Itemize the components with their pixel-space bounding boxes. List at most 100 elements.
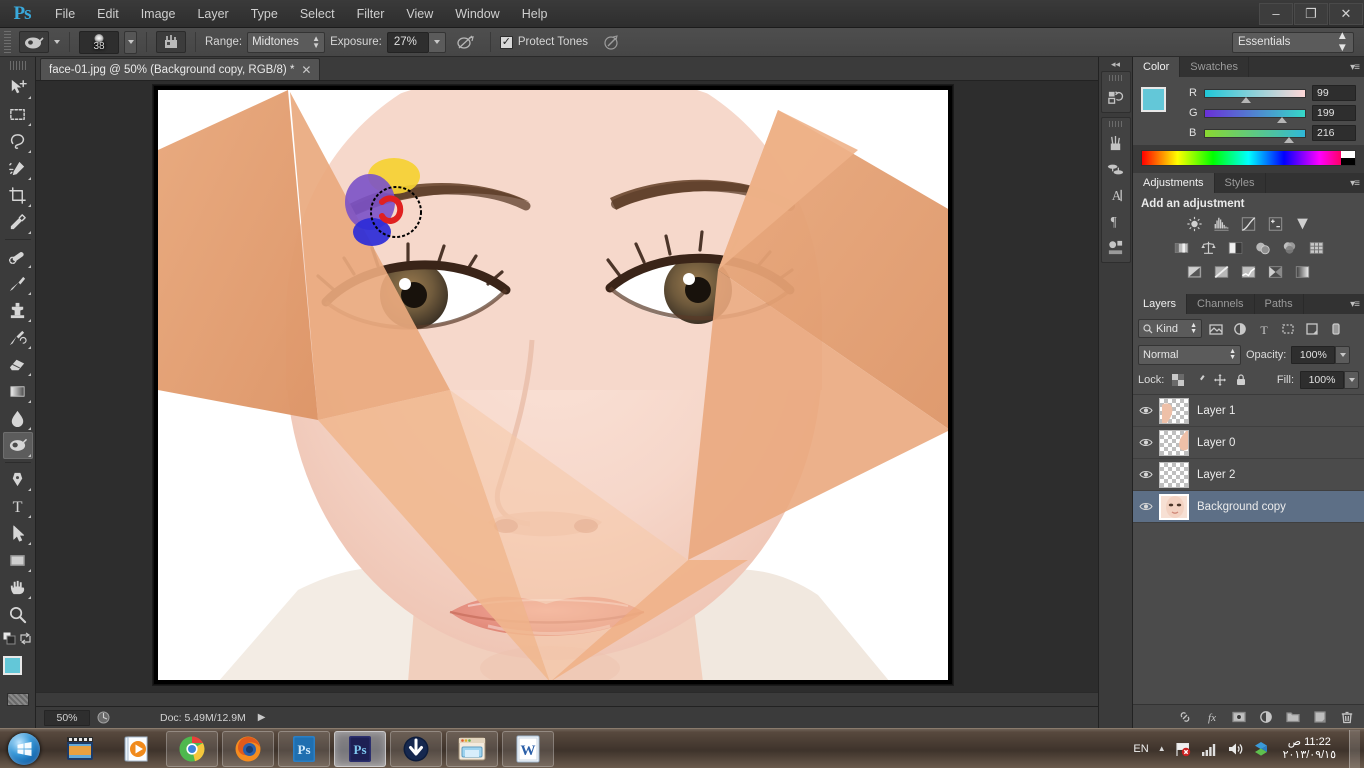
document-image[interactable] [158, 90, 948, 680]
menu-select[interactable]: Select [289, 3, 346, 25]
menu-image[interactable]: Image [130, 3, 187, 25]
rectangular-marquee-tool[interactable] [3, 101, 33, 128]
tablet-pressure-icon[interactable] [597, 31, 627, 53]
dropbox-icon[interactable] [1253, 740, 1270, 757]
color-panel-menu-icon[interactable]: ▾≡ [1350, 57, 1364, 77]
layer-thumbnail[interactable] [1159, 493, 1189, 520]
blue-channel-value[interactable]: 216 [1312, 125, 1356, 141]
lock-position-icon[interactable] [1212, 373, 1227, 388]
horizontal-scrollbar[interactable] [36, 692, 1098, 706]
hue-saturation-icon[interactable] [1170, 238, 1192, 258]
swap-colors-icon[interactable] [19, 632, 32, 650]
table-row[interactable]: Background copy [1133, 491, 1364, 523]
quick-selection-tool[interactable] [3, 155, 33, 182]
new-group-icon[interactable] [1285, 709, 1301, 725]
layer-name[interactable]: Background copy [1197, 501, 1286, 513]
brush-picker-chevron-down-icon[interactable] [124, 30, 137, 54]
taskbar-movie-maker[interactable] [54, 731, 106, 767]
hand-tool[interactable] [3, 574, 33, 601]
blue-channel-slider[interactable] [1204, 128, 1306, 143]
blur-tool[interactable] [3, 405, 33, 432]
image-canvas[interactable] [153, 85, 953, 685]
eyedropper-tool[interactable] [3, 209, 33, 236]
pen-tool[interactable] [3, 466, 33, 493]
menu-edit[interactable]: Edit [86, 3, 130, 25]
status-menu-arrow-icon[interactable]: ▶ [258, 712, 266, 723]
layer-visibility-toggle-icon[interactable] [1133, 427, 1159, 459]
lock-all-icon[interactable] [1233, 373, 1248, 388]
fill-chevron-down-icon[interactable] [1344, 371, 1359, 389]
clone-stamp-tool[interactable] [3, 297, 33, 324]
path-selection-tool[interactable] [3, 520, 33, 547]
menu-layer[interactable]: Layer [186, 3, 239, 25]
security-flag-icon[interactable] [1175, 740, 1192, 757]
move-tool[interactable] [3, 74, 33, 101]
tab-styles[interactable]: Styles [1215, 173, 1266, 193]
dodge-tool[interactable] [2, 432, 33, 459]
layer-visibility-toggle-icon[interactable] [1133, 491, 1159, 523]
status-proxy-icon[interactable] [94, 710, 112, 726]
gradient-map-icon[interactable] [1292, 262, 1314, 282]
opacity-chevron-down-icon[interactable] [1335, 346, 1351, 364]
layers-panel-menu-icon[interactable]: ▾≡ [1350, 294, 1364, 314]
gradient-tool[interactable] [3, 378, 33, 405]
curves-icon[interactable] [1238, 214, 1260, 234]
layer-name[interactable]: Layer 2 [1197, 469, 1235, 481]
taskbar-media-player[interactable] [110, 731, 162, 767]
new-layer-icon[interactable] [1312, 709, 1328, 725]
current-tool-preview-icon[interactable] [19, 31, 49, 53]
invert-icon[interactable] [1184, 262, 1206, 282]
layer-thumbnail[interactable] [1159, 461, 1189, 488]
history-panel-icon[interactable] [1103, 84, 1129, 110]
tab-channels[interactable]: Channels [1187, 294, 1255, 314]
filter-pixel-icon[interactable] [1206, 319, 1226, 338]
table-row[interactable]: Layer 1 [1133, 395, 1364, 427]
taskbar-photoshop-cs6[interactable]: Ps [334, 730, 386, 767]
document-tab[interactable]: face-01.jpg @ 50% (Background copy, RGB/… [40, 58, 321, 80]
brush-panel-toggle-icon[interactable] [156, 31, 186, 53]
clone-source-panel-icon[interactable] [1103, 156, 1129, 182]
slider-thumb[interactable] [1277, 116, 1287, 123]
brush-size-preview[interactable]: 38 [79, 30, 119, 54]
layer-thumbnail[interactable] [1159, 397, 1189, 424]
green-channel-slider[interactable] [1204, 108, 1306, 123]
tab-paths[interactable]: Paths [1255, 294, 1304, 314]
taskbar-firefox[interactable] [222, 730, 274, 767]
layer-thumbnail[interactable] [1159, 429, 1189, 456]
layer-visibility-toggle-icon[interactable] [1133, 395, 1159, 427]
slider-thumb[interactable] [1241, 96, 1251, 103]
color-balance-icon[interactable] [1197, 238, 1219, 258]
character-panel-icon[interactable]: A [1103, 182, 1129, 208]
delete-layer-icon[interactable] [1339, 709, 1355, 725]
mini-bridge-panel-icon[interactable] [1103, 234, 1129, 260]
color-swatches[interactable] [2, 656, 33, 686]
lock-transparent-pixels-icon[interactable] [1170, 373, 1185, 388]
taskbar-word[interactable]: W [502, 730, 554, 767]
collapse-panels-icon[interactable]: ◂◂ [1099, 57, 1133, 71]
selective-color-icon[interactable] [1265, 262, 1287, 282]
lock-image-pixels-icon[interactable] [1191, 373, 1206, 388]
exposure-value[interactable]: 27% [386, 31, 429, 53]
paragraph-panel-icon[interactable]: ¶ [1103, 208, 1129, 234]
opacity-value[interactable]: 100% [1291, 346, 1336, 364]
menu-filter[interactable]: Filter [346, 3, 396, 25]
start-button[interactable] [0, 730, 48, 768]
levels-icon[interactable] [1211, 214, 1233, 234]
show-hidden-icons-icon[interactable]: ▲ [1158, 744, 1166, 753]
menu-window[interactable]: Window [444, 3, 510, 25]
menu-type[interactable]: Type [240, 3, 289, 25]
table-row[interactable]: Layer 2 [1133, 459, 1364, 491]
photo-filter-icon[interactable] [1251, 238, 1273, 258]
range-dropdown[interactable]: Midtones ▲ ▼ [247, 31, 326, 53]
filter-adjustment-icon[interactable] [1230, 319, 1250, 338]
menu-help[interactable]: Help [511, 3, 559, 25]
foreground-color-swatch[interactable] [1141, 87, 1166, 112]
taskbar-download-manager[interactable] [390, 730, 442, 767]
red-channel-value[interactable]: 99 [1312, 85, 1356, 101]
taskbar-chrome[interactable] [166, 730, 218, 767]
workspace-selector[interactable]: Essentials ▲ ▼ [1232, 30, 1354, 54]
color-spectrum-ramp[interactable] [1141, 150, 1356, 166]
tab-swatches[interactable]: Swatches [1180, 57, 1249, 77]
taskbar-photoshop-cs5[interactable]: Ps [278, 730, 330, 767]
color-panel-swatches[interactable] [1141, 87, 1180, 126]
